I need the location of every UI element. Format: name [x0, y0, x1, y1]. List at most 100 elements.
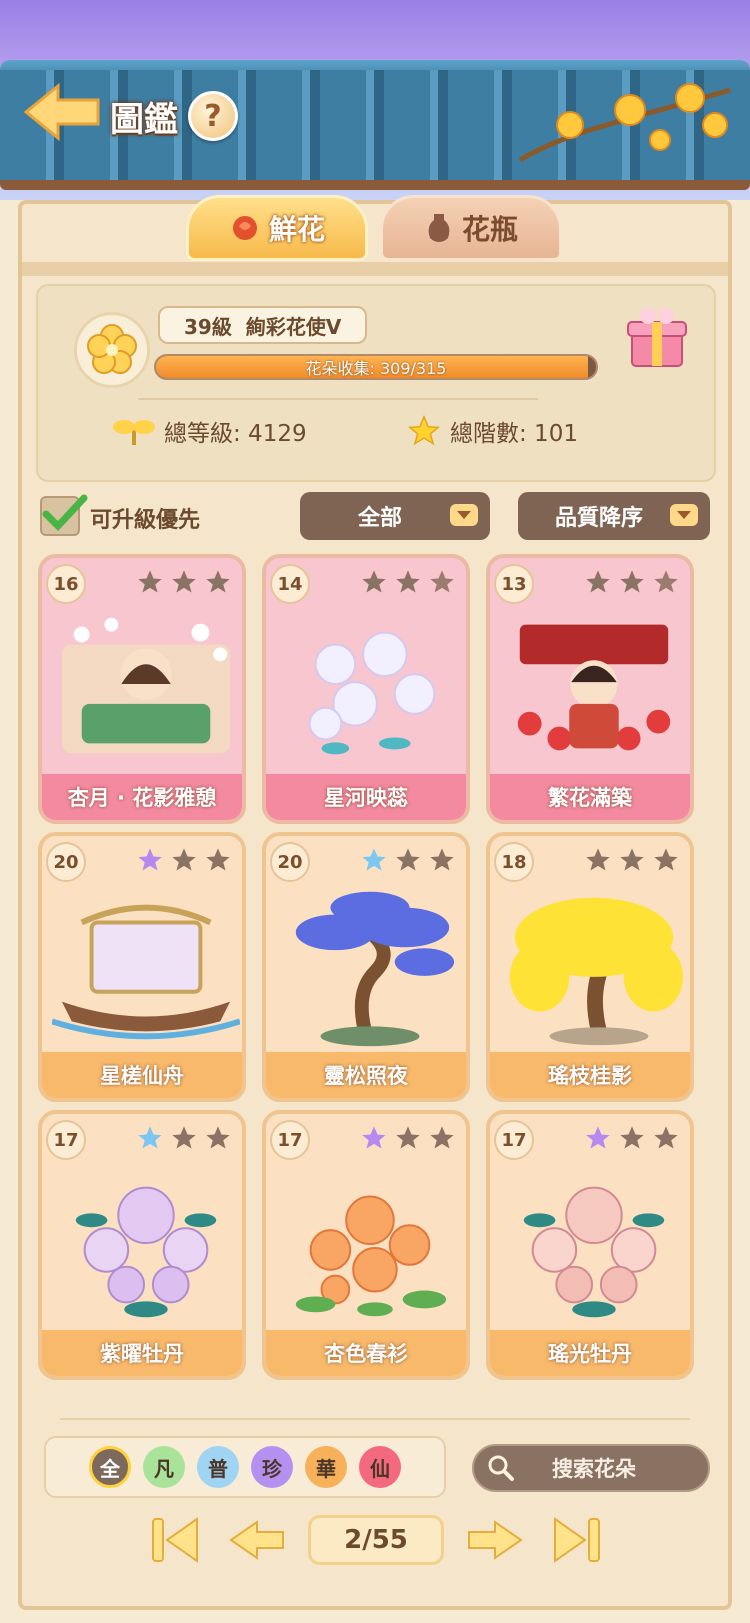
- first-page-icon: [152, 1517, 198, 1563]
- star-icon: [172, 1126, 196, 1149]
- flower-card[interactable]: 20 靈松照夜: [262, 832, 470, 1102]
- card-name: 星槎仙舟: [42, 1052, 242, 1098]
- back-button[interactable]: [20, 80, 104, 144]
- total-level-text: 總等級: 4129: [164, 421, 307, 447]
- total-stars-stat: 總階數: 101: [406, 414, 578, 448]
- card-level-badge: 18: [494, 842, 534, 882]
- card-star-rating: [360, 1124, 456, 1152]
- flower-artwork: [52, 904, 240, 1040]
- card-name: 紫曜牡丹: [42, 1330, 242, 1376]
- star-icon: [362, 848, 386, 871]
- star-icon: [620, 570, 644, 593]
- flower-branch-decoration: [518, 83, 731, 163]
- flower-card[interactable]: 18 瑤枝桂影: [486, 832, 694, 1102]
- quality-filter-5[interactable]: 仙: [359, 1446, 401, 1488]
- flower-artwork: [517, 624, 671, 751]
- flower-card[interactable]: 16 杏月 · 花影雅憩: [38, 554, 246, 824]
- total-level-stat: 總等級: 4129: [112, 414, 307, 448]
- sprout-icon: [113, 420, 155, 445]
- card-level-badge: 16: [46, 564, 86, 604]
- star-icon: [654, 1126, 678, 1149]
- rank-plate: 39級 絢彩花使Ⅴ: [158, 306, 368, 344]
- flower-emblem-icon: [74, 312, 150, 388]
- vase-icon: [428, 214, 450, 242]
- card-level-badge: 13: [494, 564, 534, 604]
- card-name: 瑤光牡丹: [490, 1330, 690, 1376]
- star-icon: [138, 848, 162, 871]
- star-icon: [172, 570, 196, 593]
- star-icon: [586, 1126, 610, 1149]
- search-icon: [488, 1455, 514, 1481]
- first-page-button[interactable]: [146, 1513, 206, 1567]
- search-placeholder: 搜索花朵: [552, 1457, 636, 1481]
- star-icon: [206, 1126, 230, 1149]
- collection-progress-text: 花朵收集: 309/315: [305, 359, 447, 378]
- flower-artwork: [75, 1186, 217, 1318]
- prev-page-icon: [229, 1520, 284, 1560]
- page-indicator: 2/55: [308, 1515, 444, 1565]
- rose-icon: [232, 216, 257, 240]
- card-star-rating: [584, 1124, 680, 1152]
- card-star-rating: [136, 568, 232, 596]
- star-icon: [586, 570, 610, 593]
- chevron-down-icon: [450, 504, 478, 526]
- player-level: 39級: [184, 314, 232, 339]
- star-icon: [396, 1126, 420, 1149]
- card-name: 杏月 · 花影雅憩: [42, 774, 242, 820]
- star-icon: [586, 848, 610, 871]
- star-icon: [408, 415, 440, 446]
- pagination: 2/55: [146, 1512, 606, 1568]
- card-level-badge: 14: [270, 564, 310, 604]
- sort-value: 品質降序: [554, 506, 643, 531]
- tab-vases[interactable]: 花瓶: [380, 195, 562, 261]
- upgrade-first-label: 可升級優先: [90, 508, 201, 533]
- flower-card[interactable]: 13 繁花滿築: [486, 554, 694, 824]
- quality-filter-0[interactable]: 全: [89, 1446, 131, 1488]
- back-arrow-icon: [23, 82, 100, 142]
- quality-filter-3[interactable]: 珍: [251, 1446, 293, 1488]
- flower-card[interactable]: 17 紫曜牡丹: [38, 1110, 246, 1380]
- star-icon: [206, 848, 230, 871]
- star-icon: [620, 1126, 644, 1149]
- quality-filter-bar: 全凡普珍華仙: [44, 1436, 446, 1498]
- total-stars-text: 總階數: 101: [450, 421, 578, 447]
- flower-artwork: [295, 1195, 447, 1317]
- tab-underline: [22, 262, 728, 276]
- card-star-rating: [584, 846, 680, 874]
- next-page-button[interactable]: [465, 1513, 525, 1567]
- quality-filter-1[interactable]: 凡: [143, 1446, 185, 1488]
- star-icon: [362, 570, 386, 593]
- rank-title: 絢彩花使Ⅴ: [245, 314, 342, 339]
- bottom-divider: [60, 1418, 690, 1420]
- search-input[interactable]: 搜索花朵: [472, 1444, 710, 1492]
- quality-filter-2[interactable]: 普: [197, 1446, 239, 1488]
- prev-page-button[interactable]: [227, 1513, 287, 1567]
- category-dropdown[interactable]: 全部: [300, 492, 490, 540]
- star-icon: [654, 848, 678, 871]
- gift-box-icon[interactable]: [622, 302, 692, 372]
- flower-card[interactable]: 17 杏色春衫: [262, 1110, 470, 1380]
- tab-flowers[interactable]: 鮮花: [186, 195, 368, 261]
- card-name: 靈松照夜: [266, 1052, 466, 1098]
- tab-bar: 鮮花 花瓶: [186, 195, 566, 265]
- title-plate: 圖鑑 ?: [100, 90, 248, 142]
- star-icon: [430, 1126, 454, 1149]
- flower-card[interactable]: 14 星河映蕊: [262, 554, 470, 824]
- upgrade-first-checkbox[interactable]: [40, 494, 88, 536]
- last-page-button[interactable]: [546, 1513, 606, 1567]
- quality-filter-4[interactable]: 華: [305, 1446, 347, 1488]
- flower-artwork: [509, 897, 684, 1046]
- tab-vases-label: 花瓶: [461, 213, 518, 246]
- category-value: 全部: [357, 506, 402, 531]
- star-icon: [396, 848, 420, 871]
- help-button[interactable]: ?: [188, 91, 238, 141]
- star-icon: [172, 848, 196, 871]
- profile-panel: 39級 絢彩花使Ⅴ 花朵收集: 309/315 總等級: 4129 總階數: 1…: [36, 284, 716, 482]
- sort-dropdown[interactable]: 品質降序: [518, 492, 710, 540]
- tab-flowers-label: 鮮花: [268, 213, 325, 246]
- star-icon: [362, 1126, 386, 1149]
- flower-card[interactable]: 20 星槎仙舟: [38, 832, 246, 1102]
- flower-card[interactable]: 17 瑤光牡丹: [486, 1110, 694, 1380]
- card-level-badge: 17: [494, 1120, 534, 1160]
- last-page-icon: [554, 1517, 600, 1563]
